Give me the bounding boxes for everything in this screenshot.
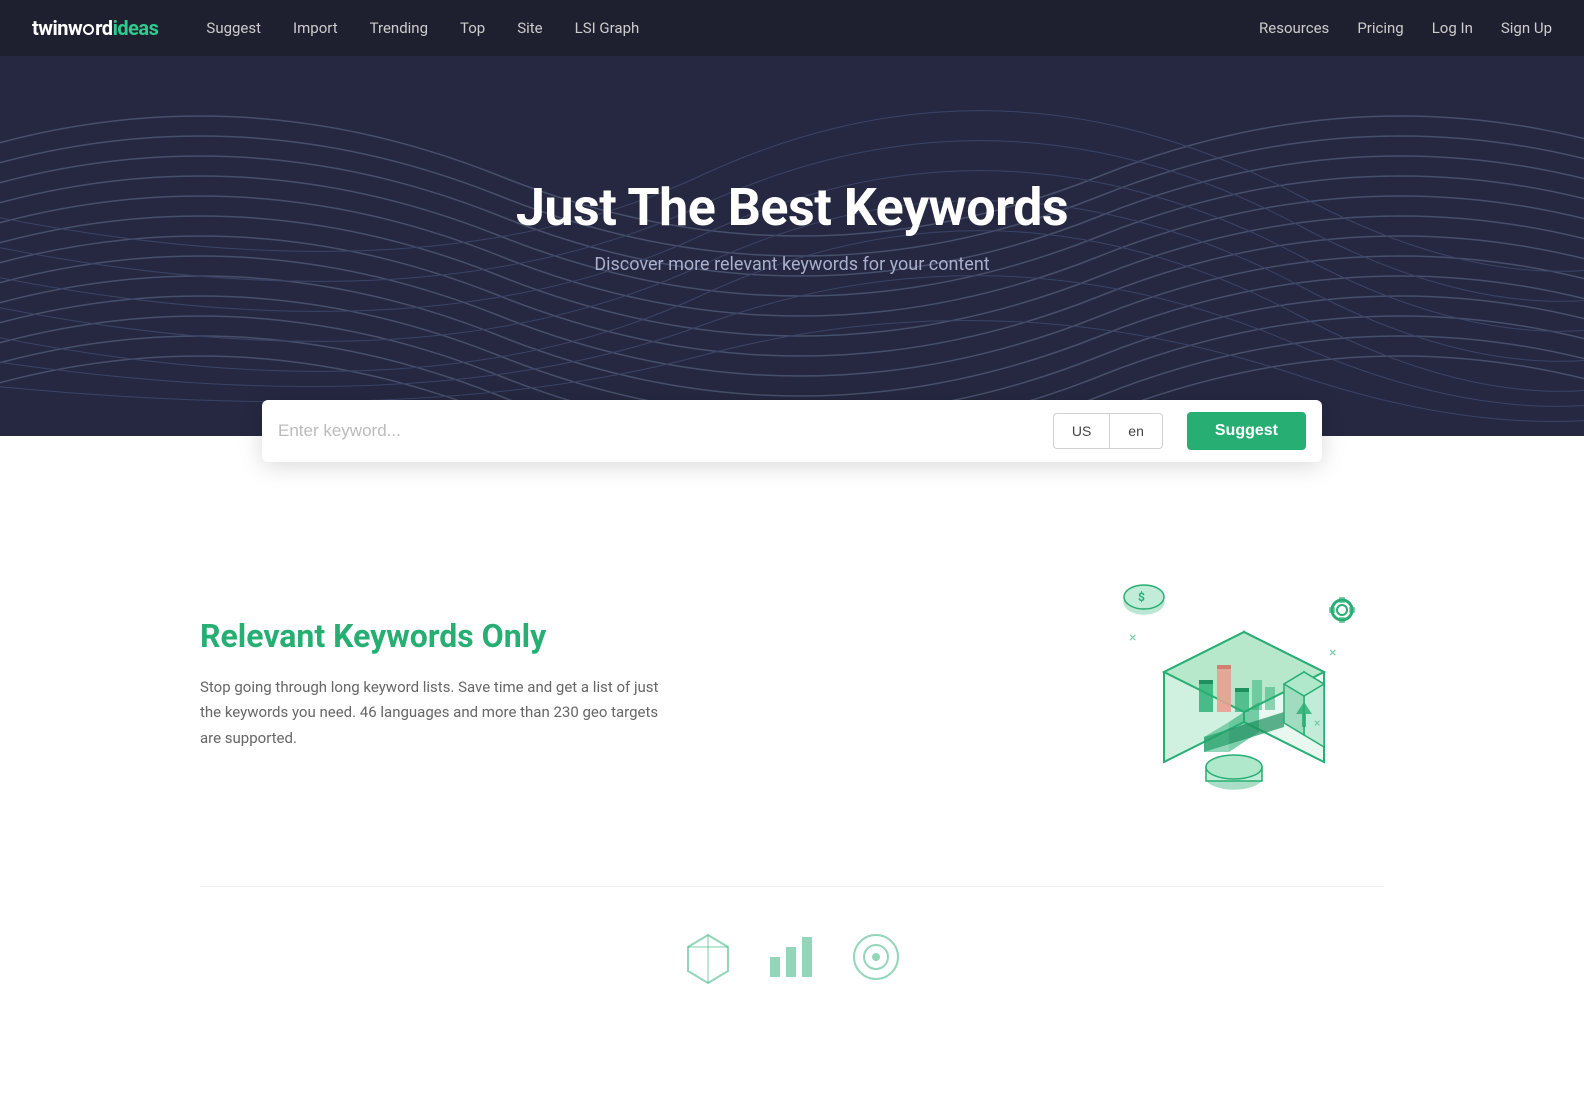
logo-twinword: twinwrd bbox=[32, 16, 113, 40]
country-selector[interactable]: US bbox=[1053, 413, 1109, 449]
nav-lsi-graph[interactable]: LSI Graph bbox=[575, 19, 640, 37]
svg-text:$: $ bbox=[1138, 590, 1145, 604]
bottom-icon-1 bbox=[678, 927, 738, 987]
bottom-icon-2 bbox=[762, 927, 822, 987]
language-selector[interactable]: en bbox=[1109, 413, 1163, 449]
logo-ideas: ideas bbox=[113, 16, 159, 40]
nav-signup[interactable]: Sign Up bbox=[1501, 19, 1552, 37]
nav-login[interactable]: Log In bbox=[1432, 19, 1473, 37]
hero-section: Just The Best Keywords Discover more rel… bbox=[0, 56, 1584, 436]
search-input[interactable] bbox=[278, 421, 1041, 441]
feature-description: Stop going through long keyword lists. S… bbox=[200, 675, 660, 752]
hero-content: Just The Best Keywords Discover more rel… bbox=[516, 177, 1068, 275]
svg-text:×: × bbox=[1329, 645, 1336, 661]
nav-resources[interactable]: Resources bbox=[1259, 19, 1329, 37]
navbar: twinwrd ideas Suggest Import Trending To… bbox=[0, 0, 1584, 56]
nav-suggest[interactable]: Suggest bbox=[206, 19, 261, 37]
nav-top[interactable]: Top bbox=[460, 19, 485, 37]
search-bar: US en Suggest bbox=[262, 400, 1322, 462]
logo[interactable]: twinwrd ideas bbox=[32, 16, 158, 40]
search-controls: US en bbox=[1053, 413, 1163, 449]
nav-import[interactable]: Import bbox=[293, 19, 338, 37]
feature-illustration: $ × bbox=[1104, 542, 1384, 826]
nav-trending[interactable]: Trending bbox=[370, 19, 428, 37]
hero-subtitle: Discover more relevant keywords for your… bbox=[516, 254, 1068, 275]
suggest-button[interactable]: Suggest bbox=[1187, 412, 1306, 450]
nav-site[interactable]: Site bbox=[517, 19, 542, 37]
nav-pricing[interactable]: Pricing bbox=[1357, 19, 1403, 37]
bottom-icon-3 bbox=[846, 927, 906, 987]
svg-text:×: × bbox=[1314, 716, 1320, 730]
feature-title: Relevant Keywords Only bbox=[200, 617, 660, 655]
features-section: Relevant Keywords Only Stop going throug… bbox=[0, 462, 1584, 886]
hero-title: Just The Best Keywords bbox=[516, 177, 1068, 238]
bottom-section-hint bbox=[0, 887, 1584, 1007]
feature-illustration-svg: $ × bbox=[1104, 542, 1384, 822]
nav-links-right: Resources Pricing Log In Sign Up bbox=[1259, 19, 1552, 37]
svg-text:×: × bbox=[1129, 630, 1136, 646]
nav-links-left: Suggest Import Trending Top Site LSI Gra… bbox=[206, 19, 1259, 37]
feature-text-block: Relevant Keywords Only Stop going throug… bbox=[200, 617, 660, 752]
search-section: US en Suggest bbox=[0, 400, 1584, 462]
